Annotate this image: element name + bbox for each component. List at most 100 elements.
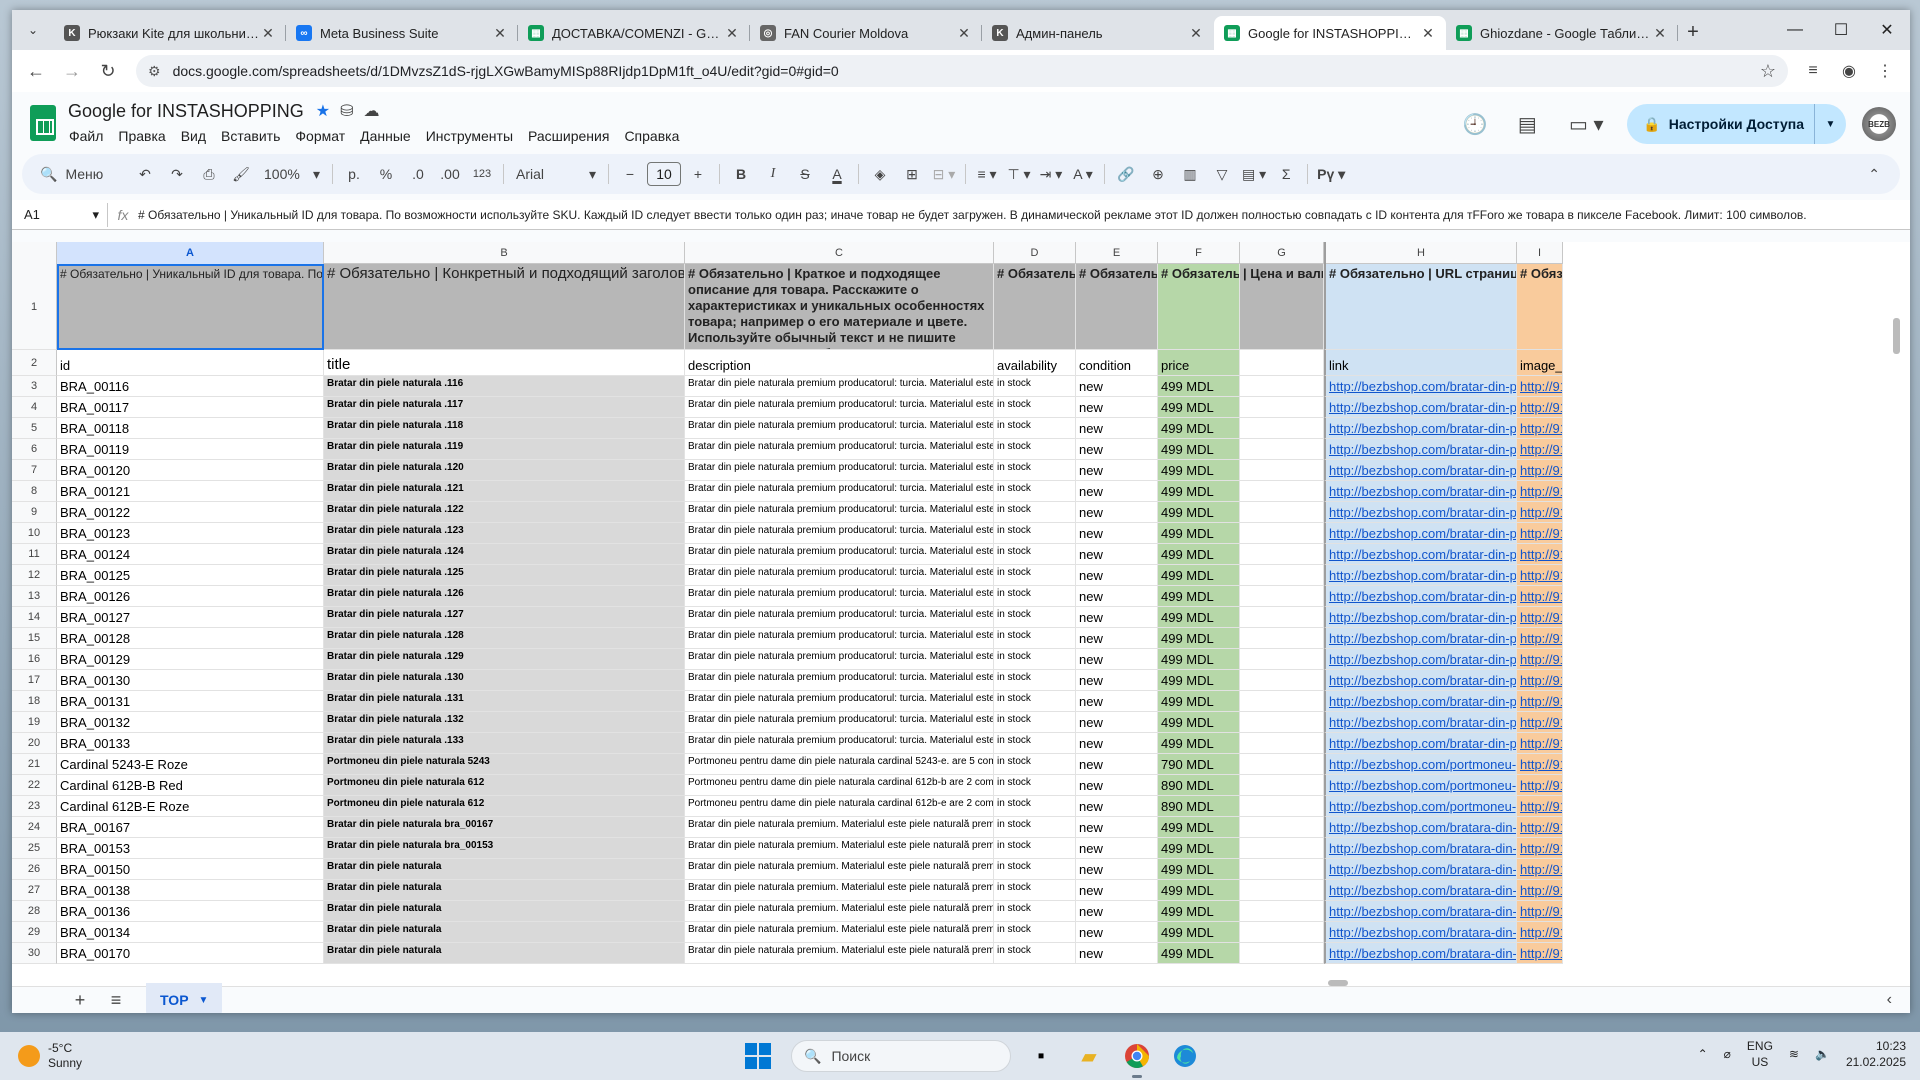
- cell-link[interactable]: http://bezbshop.com/bratar-din-piele-na: [1324, 376, 1517, 397]
- cell-link[interactable]: http://91: [1520, 589, 1562, 604]
- cell-cond[interactable]: new: [1076, 712, 1158, 733]
- row-header[interactable]: 21: [12, 754, 57, 775]
- network-off-icon[interactable]: ⌀: [1724, 1047, 1731, 1061]
- row-header[interactable]: 26: [12, 859, 57, 880]
- cell-link[interactable]: http://bezbshop.com/bratar-din-piele-na: [1329, 610, 1516, 625]
- sheets-logo-icon[interactable]: [30, 105, 56, 141]
- field-name-cell[interactable]: id: [57, 350, 324, 376]
- cell-img[interactable]: http://91: [1517, 838, 1563, 859]
- cell-avail[interactable]: in stock: [994, 775, 1076, 796]
- row-header[interactable]: 19: [12, 712, 57, 733]
- cell-link[interactable]: http://bezbshop.com/bratar-din-piele-na: [1324, 649, 1517, 670]
- cell-link[interactable]: http://bezbshop.com/bratar-din-piele-na: [1324, 397, 1517, 418]
- cell-link[interactable]: http://91: [1520, 862, 1562, 877]
- cell-link[interactable]: http://91: [1520, 526, 1562, 541]
- row-header[interactable]: 20: [12, 733, 57, 754]
- cell-title[interactable]: Bratar din piele naturala .130: [324, 670, 685, 691]
- formula-input[interactable]: # Обязательно | Уникальный ID для товара…: [138, 208, 1807, 222]
- text-wrap-icon[interactable]: ⇥ ▾: [1036, 160, 1066, 188]
- cell-title[interactable]: Bratar din piele naturala .125: [324, 565, 685, 586]
- cell-price[interactable]: 499 MDL: [1158, 565, 1240, 586]
- cell-title[interactable]: Bratar din piele naturala bra_00167: [324, 817, 685, 838]
- avatar[interactable]: BEZB: [1862, 107, 1896, 141]
- cell-img[interactable]: http://91: [1517, 418, 1563, 439]
- cell-img[interactable]: http://91: [1517, 565, 1563, 586]
- cell-link[interactable]: http://91: [1520, 547, 1562, 562]
- cell-link[interactable]: http://bezbshop.com/portmoneu-pt-dam: [1324, 754, 1517, 775]
- cell-cond[interactable]: new: [1076, 817, 1158, 838]
- cell-link[interactable]: http://91: [1520, 673, 1562, 688]
- cell-cond[interactable]: new: [1076, 649, 1158, 670]
- cell-empty[interactable]: [1240, 649, 1324, 670]
- cell-avail[interactable]: in stock: [994, 691, 1076, 712]
- header-description-cell[interactable]: # Обяза: [1517, 264, 1563, 350]
- cell-desc[interactable]: Bratar din piele naturala premium. Mater…: [685, 859, 994, 880]
- cell-avail[interactable]: in stock: [994, 460, 1076, 481]
- cell-link[interactable]: http://91: [1520, 463, 1562, 478]
- cell-title[interactable]: Bratar din piele naturala .118: [324, 418, 685, 439]
- font-size-input[interactable]: 10: [647, 162, 681, 186]
- cell-id[interactable]: BRA_00134: [57, 922, 324, 943]
- cell-cond[interactable]: new: [1076, 586, 1158, 607]
- cell-link[interactable]: http://bezbshop.com/bratar-din-piele-na: [1324, 565, 1517, 586]
- functions-icon[interactable]: Σ: [1271, 160, 1301, 188]
- cell-price[interactable]: 499 MDL: [1158, 733, 1240, 754]
- row-header[interactable]: 12: [12, 565, 57, 586]
- cell-price[interactable]: 890 MDL: [1158, 775, 1240, 796]
- cell-desc[interactable]: Portmoneu pentru dame din piele naturala…: [685, 775, 994, 796]
- cell-title[interactable]: Bratar din piele naturala .126: [324, 586, 685, 607]
- cell-title[interactable]: Bratar din piele naturala: [324, 922, 685, 943]
- cell-title[interactable]: Bratar din piele naturala .122: [324, 502, 685, 523]
- cell-link[interactable]: http://bezbshop.com/bratar-din-piele-na: [1329, 589, 1516, 604]
- cell-avail[interactable]: in stock: [994, 607, 1076, 628]
- bookmark-star-icon[interactable]: ☆: [1760, 61, 1776, 82]
- cell-price[interactable]: 499 MDL: [1158, 691, 1240, 712]
- cell-empty[interactable]: [1240, 691, 1324, 712]
- percent-format-button[interactable]: %: [371, 160, 401, 188]
- media-control-icon[interactable]: ≡: [1802, 60, 1824, 82]
- menu-item[interactable]: Справка: [623, 126, 687, 146]
- cell-id[interactable]: BRA_00170: [57, 943, 324, 964]
- cell-cond[interactable]: new: [1076, 565, 1158, 586]
- cell-link[interactable]: http://bezbshop.com/portmoneu-pt-dam: [1329, 778, 1516, 793]
- cell-desc[interactable]: Bratar din piele naturala premium produc…: [685, 670, 994, 691]
- cell-link[interactable]: http://bezbshop.com/bratara-din-piele-r: [1324, 838, 1517, 859]
- cell-cond[interactable]: new: [1076, 859, 1158, 880]
- cell-empty[interactable]: [1240, 628, 1324, 649]
- cell-empty[interactable]: [1240, 376, 1324, 397]
- insert-link-icon[interactable]: 🔗: [1111, 160, 1141, 188]
- browser-tab[interactable]: ▦ Ghiozdane - Google Таблицы ✕: [1446, 16, 1678, 50]
- cell-link[interactable]: http://bezbshop.com/bratara-din-piele-r: [1329, 841, 1516, 856]
- cell-link[interactable]: http://bezbshop.com/bratara-din-piele-r: [1329, 925, 1516, 940]
- cell-avail[interactable]: in stock: [994, 880, 1076, 901]
- cell-empty[interactable]: [1240, 754, 1324, 775]
- cell-desc[interactable]: Bratar din piele naturala premium produc…: [685, 544, 994, 565]
- cloud-status-icon[interactable]: ☁: [364, 101, 380, 121]
- borders-icon[interactable]: ⊞: [897, 160, 927, 188]
- cell-avail[interactable]: in stock: [994, 649, 1076, 670]
- row-header[interactable]: 13: [12, 586, 57, 607]
- cell-empty[interactable]: [1240, 733, 1324, 754]
- cell-empty[interactable]: [1240, 502, 1324, 523]
- share-dropdown-icon[interactable]: ▼: [1814, 104, 1846, 144]
- cell-price[interactable]: 499 MDL: [1158, 943, 1240, 964]
- cell-title[interactable]: Bratar din piele naturala: [324, 943, 685, 964]
- cell-desc[interactable]: Portmoneu pentru dame din piele naturala…: [685, 754, 994, 775]
- cell-avail[interactable]: in stock: [994, 502, 1076, 523]
- cell-id[interactable]: BRA_00131: [57, 691, 324, 712]
- chevron-down-icon[interactable]: ▼: [199, 995, 209, 1006]
- filter-icon[interactable]: ▽: [1207, 160, 1237, 188]
- row-header[interactable]: 30: [12, 943, 57, 964]
- cell-title[interactable]: Bratar din piele naturala .119: [324, 439, 685, 460]
- row-header[interactable]: 8: [12, 481, 57, 502]
- cell-link[interactable]: http://bezbshop.com/bratar-din-piele-na: [1329, 631, 1516, 646]
- cell-title[interactable]: Portmoneu din piele naturala 612: [324, 796, 685, 817]
- cell-avail[interactable]: in stock: [994, 796, 1076, 817]
- row-header[interactable]: 6: [12, 439, 57, 460]
- browser-tab[interactable]: K Рюкзаки Kite для школьников ✕: [54, 16, 286, 50]
- column-header[interactable]: I: [1517, 242, 1563, 264]
- cell-link[interactable]: http://bezbshop.com/bratar-din-piele-na: [1329, 442, 1516, 457]
- site-info-icon[interactable]: ⚙: [148, 63, 161, 80]
- cell-price[interactable]: 890 MDL: [1158, 796, 1240, 817]
- header-description-cell[interactable]: # Обязательно: [994, 264, 1076, 350]
